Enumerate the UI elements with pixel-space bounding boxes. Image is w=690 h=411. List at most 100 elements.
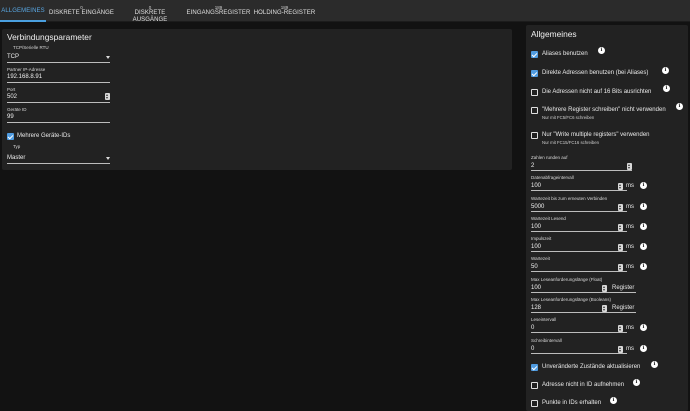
- no-align-checkbox[interactable]: [531, 89, 538, 96]
- port-stepper[interactable]: [105, 93, 110, 100]
- type-value: TCP: [7, 54, 19, 60]
- tab-bar: ALLGEMEINES 0 DISKRETE EINGÄNGE 0 DISKRE…: [0, 0, 690, 23]
- port-value: 502: [7, 94, 18, 100]
- poll-unit: ms: [626, 183, 634, 189]
- chevron-down-icon: [106, 157, 110, 160]
- read-timeout-unit: ms: [626, 224, 634, 230]
- wait-value: 50: [531, 264, 538, 270]
- tab-eingangsregister[interactable]: 189 EINGANGSREGISTER: [186, 0, 251, 22]
- read-interval-input[interactable]: 0: [531, 323, 627, 333]
- type-label: TCP/Serielle RTU: [13, 45, 49, 50]
- write-multiple-hint: Nur mit FC15/FC16 schreiben: [542, 140, 600, 145]
- pulse-input[interactable]: 100: [531, 242, 627, 252]
- round-value: 2: [531, 163, 535, 169]
- panel-title: Verbindungsparameter: [7, 32, 92, 42]
- no-align-label: Die Adressen nicht auf 16 Bits ausrichte…: [542, 89, 652, 95]
- read-timeout-value: 100: [531, 224, 542, 230]
- multiple-registers-hint: Nur mit FC5/FC6 schreiben: [542, 115, 595, 120]
- multiple-registers-label: "Mehrere Register schreiben" nicht verwe…: [542, 107, 666, 113]
- port-input[interactable]: 502: [7, 92, 110, 103]
- keep-dots-label: Punkte in IDs erhalten: [542, 400, 602, 406]
- tab-label: HOLDING-REGISTER: [253, 10, 316, 16]
- write-interval-value: 0: [531, 346, 535, 352]
- general-panel: Allgemeines Aliases benutzen i Direkte A…: [526, 25, 688, 411]
- mode-value: Master: [7, 155, 26, 161]
- update-unchanged-label: Unveränderte Zustände aktualisieren: [542, 364, 641, 370]
- panel-title: Allgemeines: [531, 29, 577, 39]
- read-timeout-input[interactable]: 100: [531, 222, 627, 232]
- write-interval-label: Schreibintervall: [531, 338, 562, 343]
- tab-diskrete-eingaenge[interactable]: 0 DISKRETE EINGÄNGE: [47, 0, 116, 22]
- info-icon[interactable]: i: [598, 47, 605, 54]
- info-icon[interactable]: i: [640, 263, 647, 270]
- device-id-value: 99: [7, 114, 14, 120]
- info-icon[interactable]: i: [640, 243, 647, 250]
- round-input[interactable]: 2: [531, 161, 632, 171]
- tab-label: DISKRETE EINGÄNGE: [48, 10, 115, 16]
- no-address-in-id-label: Adresse nicht in ID aufnehmen: [542, 382, 625, 388]
- wait-unit: ms: [626, 264, 634, 270]
- pulse-label: Impulszeit: [531, 236, 552, 241]
- max-bool-unit: Register: [612, 305, 635, 311]
- pulse-stepper[interactable]: [618, 244, 623, 251]
- device-id-input[interactable]: 99: [7, 112, 110, 123]
- info-icon[interactable]: i: [663, 85, 670, 92]
- info-icon[interactable]: i: [651, 361, 658, 368]
- read-interval-stepper[interactable]: [618, 325, 623, 332]
- keep-dots-checkbox[interactable]: [531, 400, 538, 407]
- wait-stepper[interactable]: [618, 264, 623, 271]
- poll-value: 100: [531, 183, 542, 189]
- write-interval-stepper[interactable]: [618, 346, 623, 353]
- poll-label: Datenabfrageintervall: [531, 175, 574, 180]
- multiple-ids-checkbox[interactable]: [7, 133, 14, 140]
- multiple-ids-label: Mehrere Geräte-IDs: [17, 133, 71, 139]
- max-bool-stepper[interactable]: [602, 305, 607, 312]
- info-icon[interactable]: i: [640, 203, 647, 210]
- write-interval-input[interactable]: 0: [531, 344, 627, 354]
- direct-addresses-checkbox[interactable]: [531, 70, 538, 77]
- tab-label: DISKRETE AUSGÄNGE: [132, 10, 168, 23]
- max-float-unit: Register: [612, 285, 635, 291]
- poll-stepper[interactable]: [618, 183, 623, 190]
- wait-label: Wartezeit: [531, 256, 550, 261]
- round-label: Zahlen runden auf: [531, 155, 568, 160]
- pulse-value: 100: [531, 244, 542, 250]
- chevron-down-icon: [106, 56, 110, 59]
- reconnect-stepper[interactable]: [618, 204, 623, 211]
- info-icon[interactable]: i: [640, 324, 647, 331]
- info-icon[interactable]: i: [640, 223, 647, 230]
- info-icon[interactable]: i: [610, 397, 617, 404]
- multiple-registers-checkbox[interactable]: [531, 107, 538, 114]
- info-icon[interactable]: i: [676, 103, 683, 110]
- ip-input[interactable]: 192.168.8.91: [7, 72, 110, 83]
- info-icon[interactable]: i: [640, 345, 647, 352]
- mode-select[interactable]: Master: [7, 153, 110, 164]
- round-stepper[interactable]: [627, 163, 632, 170]
- info-icon[interactable]: i: [640, 182, 647, 189]
- write-multiple-checkbox[interactable]: [531, 132, 538, 139]
- ip-value: 192.168.8.91: [7, 74, 43, 80]
- info-icon[interactable]: i: [662, 67, 669, 74]
- type-select[interactable]: TCP: [7, 52, 110, 63]
- aliases-label: Aliases benutzen: [542, 51, 588, 57]
- update-unchanged-checkbox[interactable]: [531, 364, 538, 371]
- max-float-stepper[interactable]: [602, 285, 607, 292]
- direct-addresses-label: Direkte Adressen benutzen (bei Aliases): [542, 70, 649, 76]
- aliases-checkbox[interactable]: [531, 51, 538, 58]
- wait-input[interactable]: 50: [531, 262, 627, 272]
- tab-holding-register[interactable]: 189 HOLDING-REGISTER: [253, 0, 316, 22]
- no-address-in-id-checkbox[interactable]: [531, 382, 538, 389]
- reconnect-value: 5000: [531, 204, 545, 210]
- tab-label: EINGANGSREGISTER: [186, 10, 251, 16]
- max-bool-value: 128: [531, 305, 542, 311]
- poll-input[interactable]: 100: [531, 181, 627, 191]
- write-multiple-label: Nur "Write multiple registers" verwenden: [542, 132, 650, 138]
- max-float-label: Max Leseanforderungslänge (Float): [531, 277, 603, 282]
- reconnect-input[interactable]: 5000: [531, 202, 627, 212]
- read-timeout-stepper[interactable]: [618, 224, 623, 231]
- info-icon[interactable]: i: [633, 379, 640, 386]
- tab-allgemeines[interactable]: ALLGEMEINES: [0, 0, 46, 22]
- max-bool-label: Max Leseanforderungslänge (Booleans): [531, 297, 612, 302]
- tab-diskrete-ausgaenge[interactable]: 0 DISKRETE AUSGÄNGE: [117, 0, 183, 23]
- read-interval-unit: ms: [626, 325, 634, 331]
